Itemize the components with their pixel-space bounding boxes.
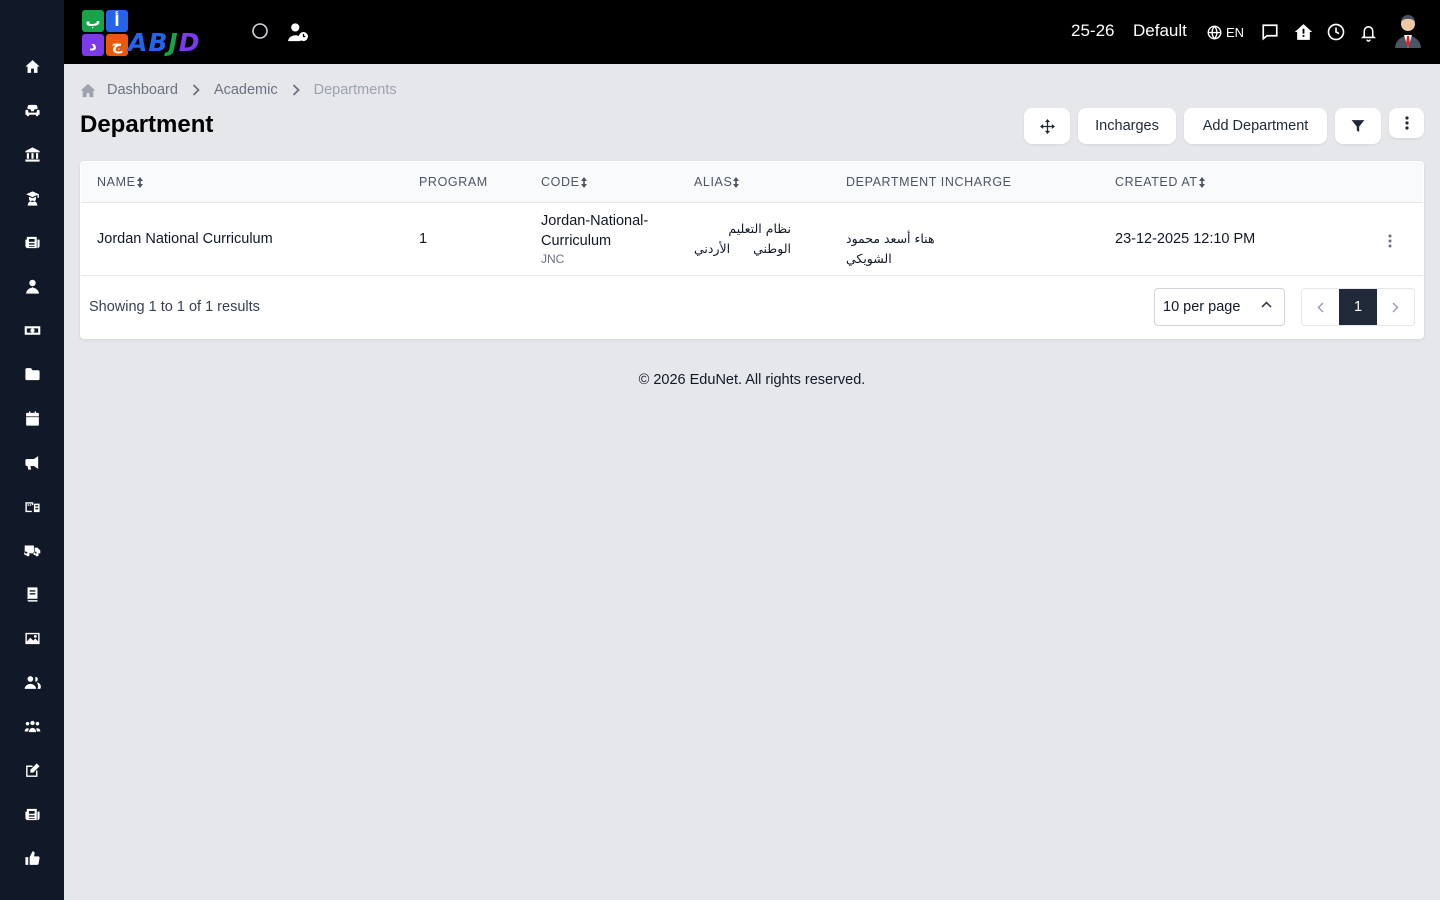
- sort-icon: [1198, 176, 1205, 188]
- book-icon[interactable]: [20, 582, 44, 606]
- more-vertical-icon: [1388, 234, 1392, 248]
- footer-copyright: © 2026 EduNet. All rights reserved.: [638, 372, 866, 388]
- session-selector[interactable]: 25-26: [1071, 21, 1114, 41]
- column-name-label: NAME: [97, 175, 136, 189]
- breadcrumb-academic[interactable]: Academic: [214, 82, 278, 98]
- chevron-right-icon: [192, 84, 200, 96]
- truck-icon[interactable]: [20, 538, 44, 562]
- next-page-button[interactable]: [1377, 289, 1414, 325]
- incharges-button[interactable]: Incharges: [1078, 108, 1176, 144]
- bank-icon[interactable]: [20, 142, 44, 166]
- chat-icon[interactable]: [1260, 22, 1280, 42]
- page-1-button[interactable]: 1: [1339, 289, 1377, 325]
- filter-icon: [1351, 120, 1365, 132]
- breadcrumb-departments: Departments: [313, 82, 397, 98]
- breadcrumb-dashboard[interactable]: Dashboard: [107, 82, 178, 98]
- cell-code: Jordan-National-: [541, 213, 649, 229]
- cell-code: Curriculum: [541, 233, 612, 249]
- per-page-select[interactable]: 10 per page: [1154, 288, 1285, 326]
- news-icon[interactable]: [20, 802, 44, 826]
- language-label: EN: [1226, 24, 1245, 40]
- column-incharge-label: DEPARTMENT INCHARGE: [846, 175, 1012, 189]
- chevron-right-icon: [1392, 301, 1399, 313]
- top-header: ب أ د ج ABJD 25-26 Default EN: [64, 0, 1440, 64]
- profile-selector[interactable]: Default: [1133, 21, 1187, 41]
- newspaper-icon[interactable]: [20, 230, 44, 254]
- cell-incharge: هناء أسعد محمود الشويكي: [846, 231, 935, 266]
- school-icon[interactable]: [20, 494, 44, 518]
- cell-program: 1: [419, 231, 428, 247]
- image-icon[interactable]: [20, 626, 44, 650]
- cell-alias-line: الأردني: [694, 241, 731, 256]
- logo-tile: ب: [82, 10, 104, 32]
- clock-icon[interactable]: [1326, 22, 1346, 42]
- chevron-right-icon: [292, 84, 300, 96]
- logo-tile: أ: [106, 10, 128, 32]
- column-program-label: PROGRAM: [419, 175, 488, 189]
- column-department-incharge: DEPARTMENT INCHARGE: [846, 175, 1012, 189]
- results-summary: Showing 1 to 1 of 1 results: [89, 299, 260, 315]
- logo-word: ABJD: [128, 28, 201, 57]
- chevron-up-icon: [1261, 301, 1272, 308]
- calendar-icon[interactable]: [20, 406, 44, 430]
- cell-created-at: 23-12-2025 12:10 PM: [1115, 231, 1256, 247]
- column-created-at-label: CREATED AT: [1115, 175, 1198, 189]
- departments-table-card: NAME PROGRAM CODE ALIAS DEPARTMENT INCHA…: [80, 161, 1424, 339]
- breadcrumb: Dashboard Academic Departments: [80, 80, 397, 100]
- column-code-label: CODE: [541, 175, 580, 189]
- folder-icon[interactable]: [20, 362, 44, 386]
- user-clock-icon[interactable]: [286, 21, 310, 43]
- column-code[interactable]: CODE: [541, 175, 587, 189]
- circle-icon[interactable]: [250, 21, 270, 41]
- logo-tile: ج: [106, 34, 128, 56]
- column-name[interactable]: NAME: [97, 175, 143, 189]
- bell-icon[interactable]: [1358, 21, 1378, 43]
- page-title: Department: [80, 111, 214, 138]
- previous-page-button[interactable]: [1302, 289, 1339, 325]
- cell-alias: الأردني: [694, 239, 791, 259]
- home-icon[interactable]: [80, 83, 96, 98]
- graduate-icon[interactable]: [20, 186, 44, 210]
- add-department-button[interactable]: Add Department: [1184, 108, 1327, 144]
- home-icon[interactable]: [20, 54, 44, 78]
- column-alias-label: ALIAS: [694, 175, 733, 189]
- column-alias[interactable]: ALIAS: [694, 175, 740, 189]
- cell-name: Jordan National Curriculum: [97, 231, 273, 247]
- cell-code-short: JNC: [541, 252, 565, 266]
- more-vertical-icon: [1404, 116, 1409, 130]
- group-icon[interactable]: [20, 714, 44, 738]
- avatar[interactable]: [1392, 14, 1424, 48]
- column-created-at[interactable]: CREATED AT: [1115, 175, 1205, 189]
- more-options-button[interactable]: [1389, 108, 1424, 138]
- row-actions-button[interactable]: [1379, 231, 1401, 251]
- sidebar: [0, 0, 64, 900]
- globe-icon: [1207, 25, 1222, 39]
- per-page-value: 10 per page: [1163, 299, 1241, 315]
- edit-icon[interactable]: [20, 758, 44, 782]
- logo-tile: د: [82, 34, 104, 56]
- move-icon: [1039, 118, 1055, 134]
- table-header: NAME PROGRAM CODE ALIAS DEPARTMENT INCHA…: [81, 162, 1423, 203]
- language-selector[interactable]: EN: [1207, 23, 1244, 41]
- column-program: PROGRAM: [419, 175, 488, 189]
- sort-icon: [136, 176, 143, 188]
- filter-button[interactable]: [1335, 108, 1381, 144]
- thumbs-up-icon[interactable]: [20, 846, 44, 870]
- user-tie-icon[interactable]: [20, 274, 44, 298]
- money-icon[interactable]: [20, 318, 44, 342]
- move-button[interactable]: [1024, 108, 1070, 144]
- chevron-left-icon: [1317, 301, 1324, 313]
- megaphone-icon[interactable]: [20, 450, 44, 474]
- logo[interactable]: ب أ د ج ABJD: [80, 8, 226, 57]
- users-icon[interactable]: [20, 670, 44, 694]
- table-row: Jordan National Curriculum 1 Jordan-Nati…: [81, 203, 1423, 276]
- sort-icon: [733, 176, 740, 188]
- pagination: 1: [1301, 288, 1415, 326]
- sofa-icon[interactable]: [20, 98, 44, 122]
- home-alert-icon[interactable]: [1293, 22, 1313, 42]
- sort-icon: [580, 176, 587, 188]
